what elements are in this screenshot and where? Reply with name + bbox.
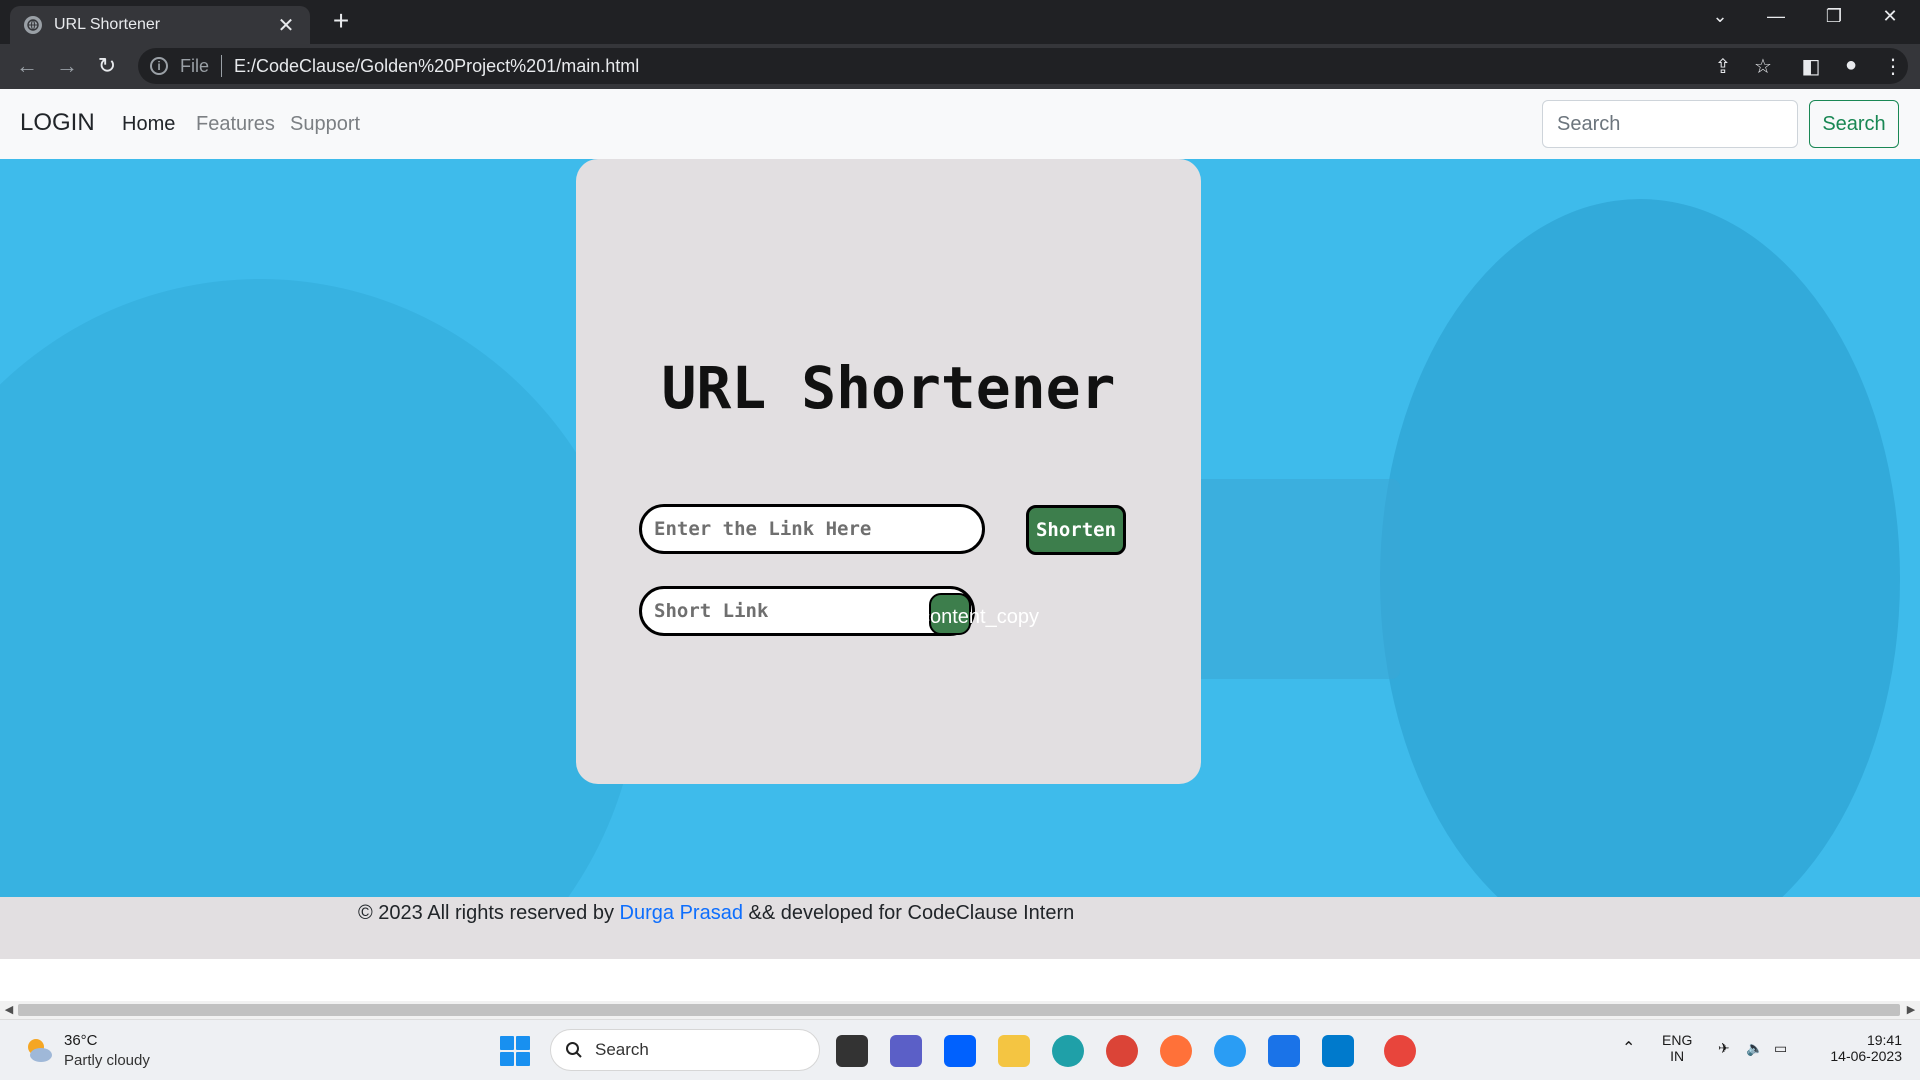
- navbar-search-button[interactable]: Search: [1809, 100, 1899, 148]
- footer-suffix: && developed for CodeClause Intern: [742, 902, 1075, 924]
- copy-icon[interactable]: content_copy: [920, 606, 1039, 629]
- weather-temperature[interactable]: 36°C: [64, 1032, 98, 1049]
- site-footer: © 2023 All rights reserved by Durga Pras…: [0, 897, 1920, 959]
- taskbar-search-box[interactable]: Search: [550, 1029, 820, 1071]
- bookmark-star-icon[interactable]: ☆: [1750, 54, 1776, 79]
- edge-icon[interactable]: [1052, 1035, 1084, 1067]
- back-arrow-icon[interactable]: ←: [12, 51, 42, 81]
- background-photo-shape: [0, 279, 640, 897]
- search-icon: [566, 1042, 582, 1058]
- globe-icon: [24, 16, 42, 34]
- menu-kebab-icon[interactable]: ⋮: [1880, 54, 1906, 79]
- chrome-profile-icon[interactable]: [1106, 1035, 1138, 1067]
- new-tab-button[interactable]: +: [326, 6, 356, 36]
- footer-prefix: © 2023 All rights reserved by: [358, 902, 620, 924]
- url-text[interactable]: E:/CodeClause/Golden%20Project%201/main.…: [234, 56, 639, 77]
- browser-toolbar: ← → ↻ i File E:/CodeClause/Golden%20Proj…: [0, 44, 1920, 89]
- nav-link-features[interactable]: Features: [196, 113, 275, 136]
- language-indicator[interactable]: ENG IN: [1662, 1032, 1692, 1064]
- language-code: ENG: [1662, 1032, 1693, 1048]
- short-link-input[interactable]: [642, 589, 922, 633]
- airplane-mode-icon[interactable]: ✈: [1718, 1040, 1730, 1057]
- divider: [221, 55, 223, 77]
- shorten-button[interactable]: Shorten: [1026, 505, 1126, 555]
- background-photo-shape: [1380, 199, 1900, 897]
- navbar-search-input[interactable]: [1542, 100, 1798, 148]
- volume-icon[interactable]: 🔈: [1746, 1040, 1763, 1057]
- page-title: URL Shortener: [661, 354, 1116, 422]
- clock-time: 19:41: [1866, 1032, 1902, 1048]
- site-navbar: LOGIN Home Features Support Search: [0, 89, 1920, 159]
- region-code: IN: [1670, 1048, 1685, 1064]
- author-link[interactable]: Durga Prasad: [620, 902, 743, 924]
- restore-button[interactable]: ❐: [1814, 6, 1854, 27]
- weather-description[interactable]: Partly cloudy: [64, 1052, 150, 1069]
- task-view-icon[interactable]: [836, 1035, 868, 1067]
- tab-search-chevron-icon[interactable]: ⌄: [1700, 6, 1740, 27]
- battery-icon[interactable]: ▭: [1774, 1040, 1787, 1057]
- close-window-button[interactable]: ✕: [1870, 6, 1910, 27]
- ie-icon[interactable]: [1214, 1035, 1246, 1067]
- chrome-icon[interactable]: [1384, 1035, 1416, 1067]
- brand-login-link[interactable]: LOGIN: [20, 109, 95, 137]
- teams-chat-icon[interactable]: [890, 1035, 922, 1067]
- hero-section: URL Shortener Shorten content_copy: [0, 159, 1920, 897]
- info-icon[interactable]: i: [150, 57, 168, 75]
- background-photo-shape: [1180, 479, 1400, 679]
- profile-icon[interactable]: ●: [1838, 54, 1864, 77]
- link-input[interactable]: [639, 504, 985, 554]
- url-protocol: File: [180, 55, 210, 76]
- minimize-button[interactable]: —: [1756, 6, 1796, 27]
- clock-date: 14-06-2023: [1830, 1048, 1902, 1064]
- nav-link-home[interactable]: Home: [122, 113, 175, 136]
- horizontal-scrollbar[interactable]: ◀ ▶: [0, 1001, 1920, 1019]
- dropbox-icon[interactable]: [944, 1035, 976, 1067]
- scrollbar-thumb[interactable]: [18, 1004, 1900, 1016]
- scroll-right-icon[interactable]: ▶: [1902, 1003, 1920, 1016]
- windows-start-icon[interactable]: [500, 1036, 530, 1066]
- footer-text: © 2023 All rights reserved by Durga Pras…: [358, 902, 1074, 925]
- browser-tab[interactable]: URL Shortener ✕: [10, 6, 310, 44]
- file-explorer-icon[interactable]: [998, 1035, 1030, 1067]
- tab-close-icon[interactable]: ✕: [276, 13, 296, 38]
- tab-title: URL Shortener: [54, 16, 161, 33]
- vscode-icon[interactable]: [1322, 1035, 1354, 1067]
- address-bar[interactable]: i File E:/CodeClause/Golden%20Project%20…: [138, 48, 1908, 84]
- scroll-left-icon[interactable]: ◀: [0, 1003, 18, 1016]
- side-panel-icon[interactable]: ◧: [1798, 54, 1824, 79]
- shortener-card: URL Shortener Shorten: [576, 159, 1201, 784]
- nav-link-support[interactable]: Support: [290, 113, 360, 136]
- taskbar-search-label: Search: [595, 1040, 649, 1059]
- windows-taskbar: 36°C Partly cloudy Search ⌃ ENG IN ✈ 🔈 ▭…: [0, 1019, 1920, 1080]
- mail-icon[interactable]: [1268, 1035, 1300, 1067]
- reload-icon[interactable]: ↻: [92, 51, 122, 81]
- clock[interactable]: 19:41 14-06-2023: [1818, 1032, 1902, 1064]
- tab-strip: URL Shortener ✕ + ⌄ — ❐ ✕: [0, 0, 1920, 44]
- forward-arrow-icon[interactable]: →: [52, 51, 82, 81]
- show-hidden-icons-chevron[interactable]: ⌃: [1622, 1038, 1635, 1058]
- partly-cloudy-icon: [28, 1039, 52, 1062]
- firefox-icon[interactable]: [1160, 1035, 1192, 1067]
- share-icon[interactable]: ⇪: [1710, 54, 1736, 79]
